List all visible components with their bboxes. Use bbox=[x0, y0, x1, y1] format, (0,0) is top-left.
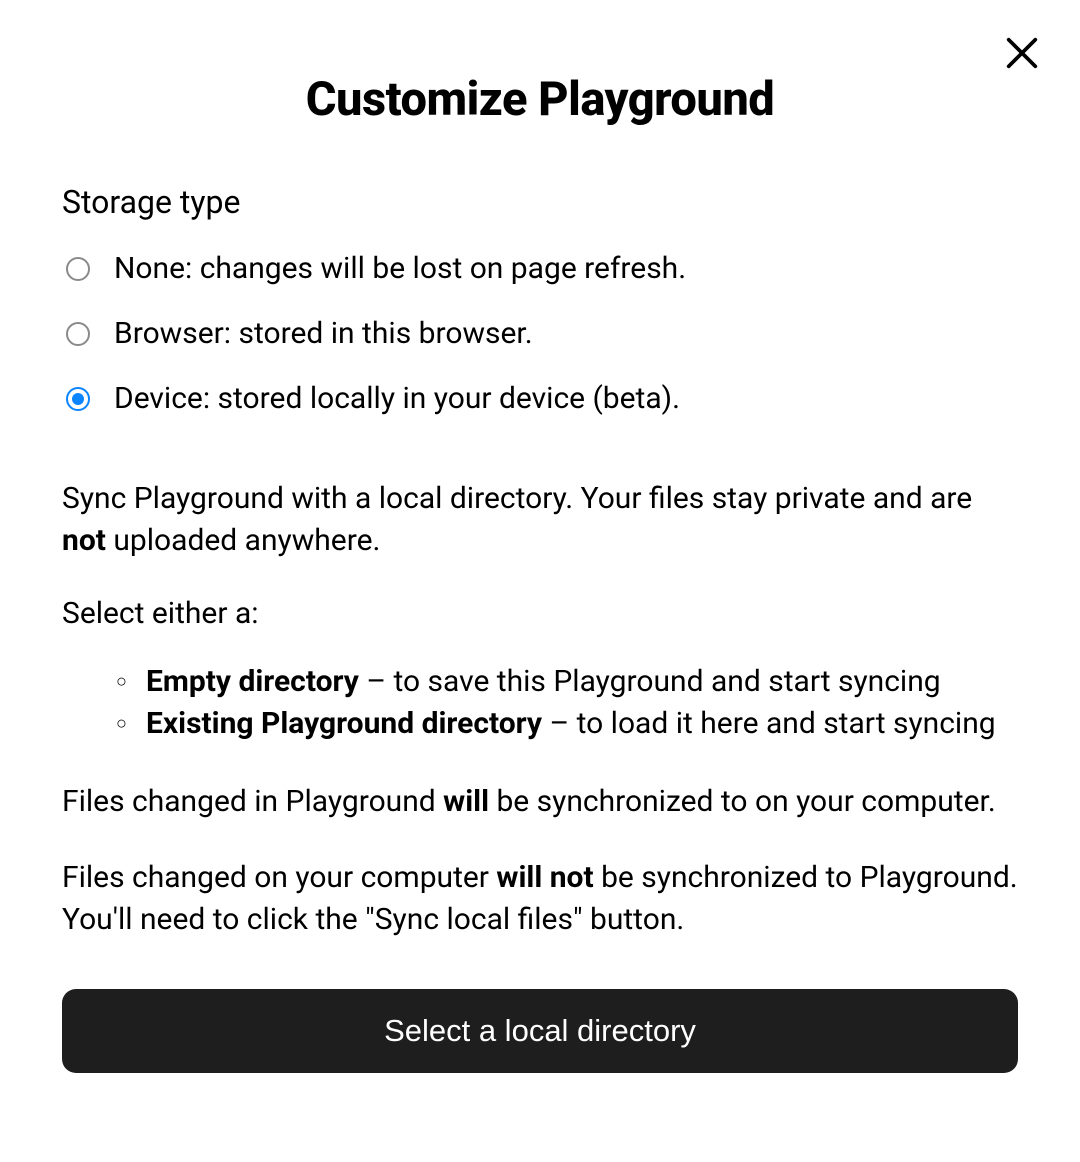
close-button[interactable] bbox=[1000, 32, 1044, 76]
storage-option-device[interactable]: Device: stored locally in your device (b… bbox=[66, 379, 1018, 418]
radio-icon bbox=[66, 257, 90, 281]
dialog-container: Customize Playground Storage type None: … bbox=[0, 0, 1080, 1073]
storage-type-radio-group: None: changes will be lost on page refre… bbox=[62, 249, 1018, 418]
dialog-title: Customize Playground bbox=[62, 72, 1018, 127]
radio-icon bbox=[66, 322, 90, 346]
storage-option-browser[interactable]: Browser: stored in this browser. bbox=[66, 314, 1018, 353]
directory-options-list: Empty directory – to save this Playgroun… bbox=[62, 661, 1018, 745]
sync-note-playground: Files changed in Playground will be sync… bbox=[62, 781, 1018, 823]
close-icon bbox=[1002, 33, 1042, 76]
radio-label: None: changes will be lost on page refre… bbox=[114, 249, 686, 288]
storage-option-none[interactable]: None: changes will be lost on page refre… bbox=[66, 249, 1018, 288]
storage-type-heading: Storage type bbox=[62, 183, 1018, 221]
radio-icon-selected bbox=[66, 387, 90, 411]
list-item: Empty directory – to save this Playgroun… bbox=[116, 661, 1018, 703]
select-directory-button[interactable]: Select a local directory bbox=[62, 989, 1018, 1073]
sync-description: Sync Playground with a local directory. … bbox=[62, 478, 1018, 562]
sync-note-computer: Files changed on your computer will not … bbox=[62, 857, 1018, 941]
radio-label: Browser: stored in this browser. bbox=[114, 314, 533, 353]
list-item: Existing Playground directory – to load … bbox=[116, 703, 1018, 745]
select-prompt: Select either a: bbox=[62, 596, 1018, 631]
radio-label: Device: stored locally in your device (b… bbox=[114, 379, 680, 418]
